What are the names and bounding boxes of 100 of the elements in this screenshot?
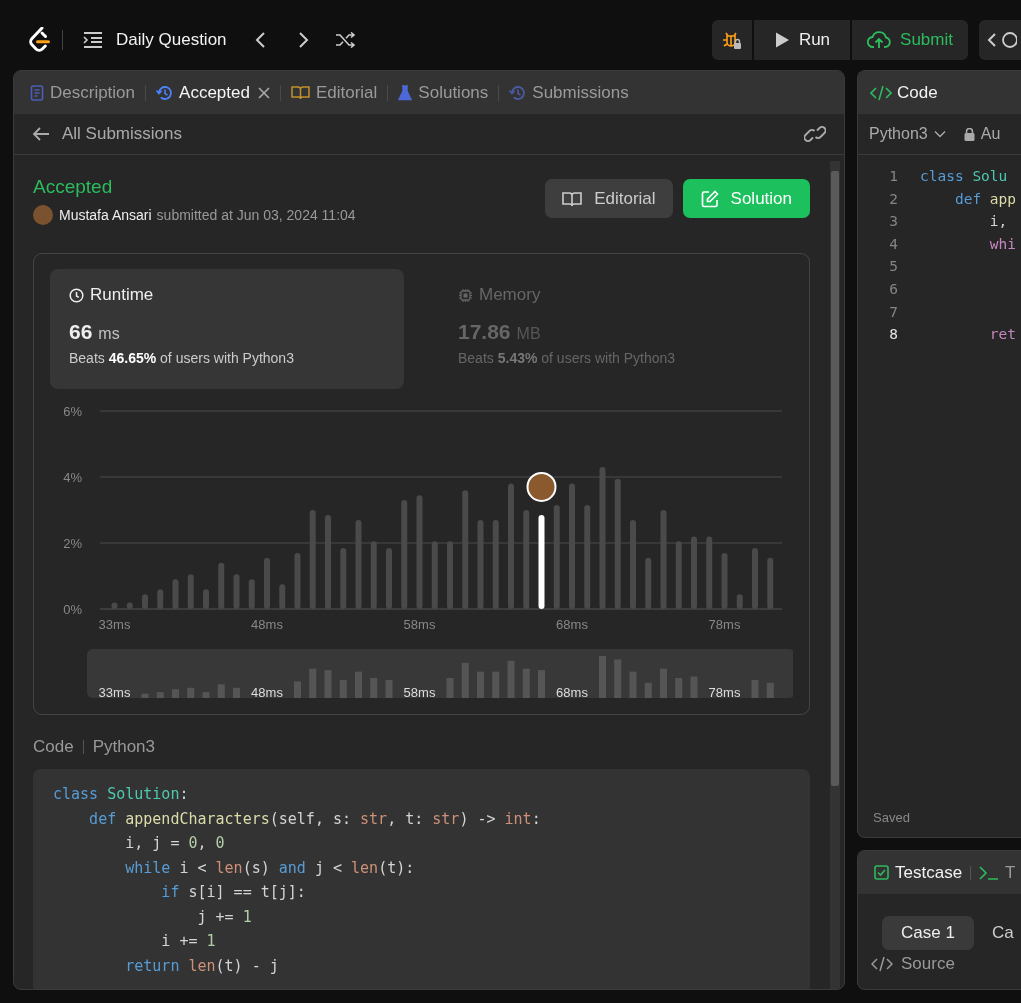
overview-bar bbox=[187, 687, 195, 698]
overview-bar bbox=[324, 670, 332, 698]
debug-button[interactable] bbox=[711, 20, 752, 60]
line-number: 6 bbox=[888, 279, 898, 299]
overview-label: 78ms bbox=[708, 685, 741, 700]
auto-label[interactable]: Au bbox=[980, 125, 1001, 143]
overview-bar bbox=[309, 668, 317, 698]
panel-tab[interactable]: Editorial bbox=[290, 82, 378, 103]
overview-bar bbox=[492, 671, 500, 698]
avatar-marker bbox=[526, 471, 557, 502]
play-icon bbox=[773, 31, 790, 49]
code-icon bbox=[871, 956, 893, 972]
all-submissions-link[interactable]: All Submissions bbox=[62, 124, 182, 144]
beats-text: Beats 46.65% of users with Python3 bbox=[69, 350, 295, 366]
scrollbar-thumb[interactable] bbox=[831, 171, 839, 786]
panel-tab[interactable]: Accepted bbox=[156, 82, 250, 103]
x-axis-label: 48ms bbox=[251, 617, 283, 632]
submit-button[interactable]: Submit bbox=[852, 20, 968, 60]
checkbox-icon bbox=[874, 865, 889, 880]
chevron-left-icon bbox=[987, 32, 997, 48]
metric-card[interactable]: Runtime 66 ms Beats 46.65% of users with Python3 bbox=[50, 269, 404, 389]
overview-bar bbox=[629, 671, 637, 698]
book-icon bbox=[562, 190, 583, 207]
panel-tab[interactable]: Solutions bbox=[398, 82, 489, 103]
overview-label: 58ms bbox=[403, 685, 436, 700]
next-icon[interactable] bbox=[296, 31, 309, 49]
link-icon[interactable] bbox=[804, 125, 826, 143]
run-button[interactable]: Run bbox=[753, 20, 851, 60]
overview-bar bbox=[294, 681, 301, 698]
code-line: ret bbox=[988, 325, 1017, 345]
code-tab[interactable]: Code bbox=[897, 82, 938, 103]
metric-label: Runtime bbox=[90, 285, 154, 305]
code-line: j += 1 bbox=[196, 906, 253, 928]
previous-icon[interactable] bbox=[254, 31, 267, 49]
overview-bar bbox=[156, 692, 164, 698]
overview-bar bbox=[477, 671, 484, 698]
overview-bar bbox=[751, 679, 759, 698]
shuffle-icon[interactable] bbox=[334, 32, 357, 48]
line-number: 2 bbox=[888, 189, 898, 209]
metric-unit: ms bbox=[98, 325, 120, 343]
overview-bar bbox=[446, 678, 454, 698]
metric-value: 17.86 bbox=[458, 320, 511, 344]
panel-toggle-button[interactable] bbox=[979, 20, 1021, 60]
overview-bar bbox=[141, 693, 149, 698]
code-label: Code bbox=[33, 737, 74, 757]
case-tab[interactable]: Ca bbox=[977, 916, 1016, 950]
line-number: 7 bbox=[888, 302, 898, 322]
y-axis-label: 4% bbox=[63, 470, 82, 485]
case-tab[interactable]: Case 1 bbox=[882, 916, 974, 950]
x-axis-label: 58ms bbox=[403, 617, 436, 632]
source-link[interactable]: Source bbox=[901, 954, 955, 974]
overview-bar bbox=[370, 678, 378, 698]
problem-list-title[interactable]: Daily Question bbox=[116, 30, 227, 50]
overview-bar bbox=[538, 670, 545, 698]
panel-tab[interactable]: Submissions bbox=[509, 82, 629, 103]
overview-label: 68ms bbox=[556, 685, 588, 700]
metric-label: Memory bbox=[479, 285, 541, 305]
overview-label: 48ms bbox=[251, 685, 283, 700]
y-axis-label: 2% bbox=[63, 536, 82, 551]
code-line: while i < len(s) and j < len(t): bbox=[124, 857, 416, 879]
book-icon bbox=[290, 85, 310, 100]
panel-tab[interactable]: Testcase bbox=[874, 862, 963, 883]
close-icon[interactable] bbox=[257, 86, 270, 99]
overview-bar bbox=[217, 684, 225, 698]
panel-tab[interactable]: Description bbox=[30, 82, 136, 103]
chevron-down-icon bbox=[933, 130, 946, 138]
code-line: class Solution: bbox=[53, 784, 190, 805]
overview-bar bbox=[660, 668, 667, 698]
scrollbar[interactable] bbox=[830, 161, 840, 989]
submission-time: submitted at Jun 03, 2024 11:04 bbox=[156, 207, 356, 223]
editorial-button[interactable]: Editorial bbox=[545, 179, 673, 218]
code-icon bbox=[870, 84, 892, 101]
overview-bar bbox=[172, 689, 179, 698]
line-number: 3 bbox=[888, 212, 898, 232]
overview-bar bbox=[522, 668, 530, 698]
x-axis-label: 68ms bbox=[556, 617, 588, 632]
overview-bar bbox=[599, 656, 606, 698]
language-selector[interactable]: Python3 bbox=[869, 125, 946, 143]
line-number: 8 bbox=[888, 325, 898, 345]
overview-bar bbox=[339, 679, 347, 698]
back-arrow-icon[interactable] bbox=[32, 126, 50, 142]
beats-text: Beats 5.43% of users with Python3 bbox=[458, 350, 677, 366]
code-editor[interactable]: 1 class Solu 2 def app 3 i, 4 whi 5 6 7 8 ret bbox=[858, 155, 1021, 810]
bug-lock-icon bbox=[721, 30, 742, 50]
avatar bbox=[33, 205, 53, 225]
logo-icon[interactable] bbox=[28, 27, 52, 53]
list-icon[interactable] bbox=[83, 31, 103, 49]
line-number: 5 bbox=[888, 257, 898, 277]
overview-bar bbox=[507, 660, 515, 698]
metric-value: 66 bbox=[69, 320, 93, 344]
overview-bar bbox=[644, 682, 652, 698]
user-name[interactable]: Mustafa Ansari bbox=[59, 207, 152, 223]
overview-bar bbox=[614, 659, 622, 698]
overview-bar bbox=[675, 678, 683, 698]
overview-bar bbox=[355, 671, 362, 698]
panel-tab[interactable]: T bbox=[979, 862, 1016, 883]
flask-icon bbox=[398, 84, 413, 101]
code-line: return len(t) - j bbox=[124, 955, 280, 977]
code-line: def app bbox=[953, 189, 1017, 209]
overview-bar bbox=[690, 676, 698, 698]
